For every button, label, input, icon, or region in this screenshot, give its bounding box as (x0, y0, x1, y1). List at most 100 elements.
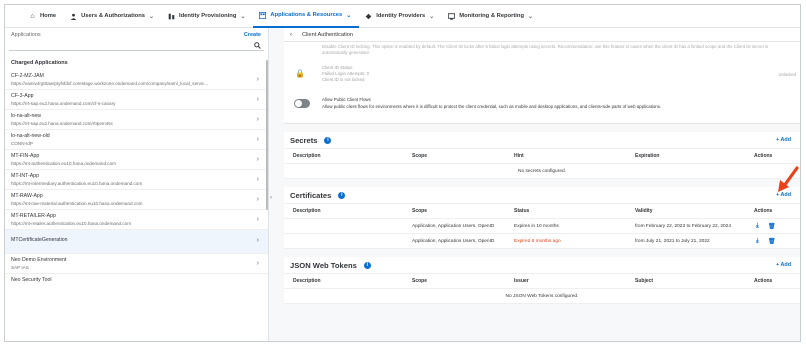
download-icon[interactable]: ⤓ (756, 238, 759, 245)
list-item-selected[interactable]: MTCertificateGeneration › (5, 229, 268, 253)
download-icon[interactable]: ⤓ (756, 223, 759, 230)
search-icon[interactable] (254, 42, 261, 51)
app-name: Neo Demo Environment (11, 257, 67, 263)
applications-icon (259, 11, 267, 19)
section-title: JSON Web Tokens (290, 260, 357, 270)
info-icon[interactable]: i (324, 136, 332, 144)
list-item[interactable]: MT-RAW-App https://mt-raw-material.authe… (5, 189, 268, 209)
add-secret-button[interactable]: + Add (776, 137, 791, 143)
top-navigation: ⌂ Home Users & Authorizations ⌄ Identity… (5, 5, 800, 28)
delete-icon[interactable]: 🗑 (768, 238, 776, 245)
nav-home[interactable]: ⌂ Home (23, 5, 64, 28)
empty-row: No JSON Web Tokens configured. (284, 289, 800, 304)
add-jwt-button[interactable]: + Add (776, 262, 791, 268)
column-header: Actions (754, 153, 773, 159)
list-item[interactable]: Neo Security Tool (5, 273, 268, 293)
info-icon[interactable]: i (363, 261, 371, 269)
delete-icon[interactable]: 🗑 (768, 223, 776, 230)
app-subtitle: https://mt-raw-material.authentication.e… (11, 201, 143, 206)
list-item[interactable]: MT-RETAILER-App https://mt-retailer.auth… (5, 209, 268, 229)
cert-scope: Application, Application Users, OpenID (412, 238, 495, 244)
nav-monitoring-reporting[interactable]: Monitoring & Reporting ⌄ (442, 5, 541, 28)
chevron-right-icon: › (256, 76, 259, 83)
column-header: Status (514, 208, 530, 214)
panel-title: Applications (11, 32, 41, 38)
create-button[interactable]: Create (244, 32, 261, 38)
list-item[interactable]: lo-na-alt-new https://rrt-sap.eu2.hana.o… (5, 109, 268, 129)
column-header: Scope (412, 278, 428, 284)
list-item[interactable]: CF-2-MZ-JAM https://vamiv4rgt0aw/ptyfvfd… (5, 69, 268, 89)
cert-validity: from July 21, 2021 to July 21, 2022 (635, 238, 710, 244)
chevron-right-icon: › (256, 116, 259, 123)
app-name: CF-3-App (11, 93, 34, 99)
scrollbar[interactable] (266, 60, 268, 210)
app-subtitle: https://vamiv4rgt0aw/ptyfvfdxf.corestage… (11, 81, 209, 86)
lock-icon: 🔒 (295, 69, 305, 78)
annotation-arrow-icon (778, 166, 799, 192)
breadcrumb: ‹ Client Authentication (284, 28, 800, 42)
nav-users-authorizations[interactable]: Users & Authorizations ⌄ (64, 5, 162, 28)
column-header: Scope (412, 208, 428, 214)
nav-identity-providers[interactable]: Identity Providers ⌄ (359, 5, 442, 28)
list-item[interactable]: CF-3-App https://rrt-sap.eu2.hana.ondema… (5, 89, 268, 109)
list-item[interactable]: MT-FIN-App https://mt-authentication.eu1… (5, 149, 268, 169)
collapse-panel-icon[interactable]: › (270, 195, 272, 201)
nav-label: Home (40, 13, 57, 19)
chevron-right-icon: › (256, 260, 259, 267)
app-subtitle: https://mt-retailer.authentication.eu10.… (11, 221, 132, 226)
table-row: Application, Application Users, OpenID E… (284, 219, 800, 234)
column-header: Actions (754, 278, 773, 284)
app-name: lo-na-alt-new-old (11, 133, 50, 139)
column-header: Expiration (635, 153, 660, 159)
nav-label: Identity Providers (376, 13, 426, 19)
app-name: MT-INT-App (11, 173, 39, 179)
app-name: lo-na-alt-new (11, 113, 41, 119)
list-item[interactable]: MT-INT-App https://mt-intermediary.authe… (5, 169, 268, 189)
table-row: Application, Application Users, OpenID E… (284, 234, 800, 249)
cert-status-expired: Expired 6 months ago (514, 238, 561, 244)
app-name: CF-2-MZ-JAM (11, 73, 44, 79)
column-header: Description (293, 208, 321, 214)
chevron-right-icon: › (256, 216, 259, 223)
nav-label: Identity Provisioning (179, 13, 237, 19)
app-subtitle: CONN-IdP (11, 141, 33, 146)
list-item[interactable]: lo-na-alt-new-old CONN-IdP › (5, 129, 268, 149)
chevron-down-icon: ⌄ (240, 13, 246, 20)
nav-identity-provisioning[interactable]: Identity Provisioning ⌄ (162, 5, 253, 28)
chevron-right-icon: › (256, 237, 259, 244)
app-name: MT-RAW-App (11, 193, 43, 199)
search-input[interactable] (9, 42, 264, 51)
app-subtitle: https://mt-authentication.eu10.hana.onde… (11, 161, 116, 166)
chevron-down-icon: ⌄ (429, 13, 435, 20)
monitoring-icon (448, 12, 456, 20)
app-frame: ⌂ Home Users & Authorizations ⌄ Identity… (4, 4, 801, 342)
empty-row: No secrets configured. (284, 164, 800, 179)
client-id-lock-status: Client ID is not locked (322, 77, 365, 82)
chevron-down-icon: ⌄ (149, 13, 155, 20)
nav-label: Users & Authorizations (81, 13, 145, 19)
cert-status: Expires in 10 months (514, 223, 559, 229)
column-header: Scope (412, 153, 428, 159)
allow-public-client-flows-title: Allow Public Client Flows (322, 97, 371, 102)
list-item[interactable]: Neo Demo Environment SAP IAS › (5, 253, 268, 273)
secrets-section: Secrets i + Add Description Scope Hint E… (284, 132, 800, 179)
app-subtitle: https://mt-intermediary.authentication.e… (11, 181, 143, 186)
nav-applications-resources[interactable]: Applications & Resources ⌄ (253, 5, 360, 28)
table-header: Description Scope Status Validity Action… (284, 204, 800, 219)
section-title: Secrets (290, 135, 318, 145)
identity-providers-icon (365, 13, 372, 20)
allow-public-client-flows-desc: Allow public client flows for environmen… (322, 104, 662, 109)
client-authentication-card: Disable Client ID locking. This option i… (284, 42, 800, 124)
info-icon[interactable]: i (338, 191, 346, 199)
back-icon[interactable]: ‹ (290, 32, 292, 38)
column-header: Description (293, 153, 321, 159)
app-name: MT-FIN-App (11, 153, 40, 159)
chevron-right-icon: › (256, 176, 259, 183)
chevron-down-icon: ⌄ (528, 13, 534, 20)
allow-public-client-flows-toggle[interactable] (294, 99, 310, 108)
column-header: Validity (635, 208, 653, 214)
table-header: Description Scope Hint Expiration Action… (284, 149, 800, 164)
app-name: MT-RETAILER-App (11, 213, 56, 219)
app-subtitle: SAP IAS (11, 265, 29, 270)
column-header: Subject (635, 278, 654, 284)
